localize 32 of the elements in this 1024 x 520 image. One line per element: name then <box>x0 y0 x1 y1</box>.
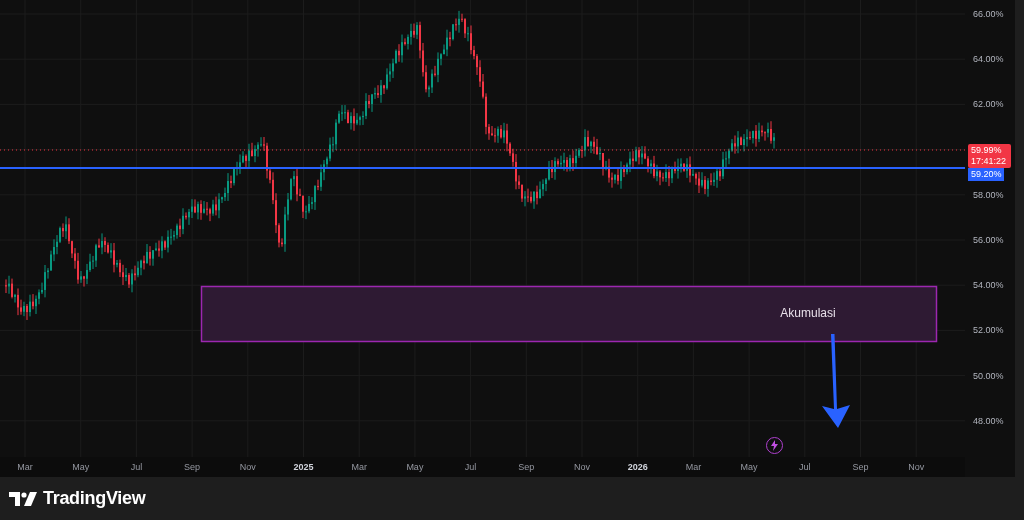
time-axis-label: Mar <box>684 461 703 473</box>
price-axis-label: 52.00% <box>973 324 1004 337</box>
time-axis-label: May <box>405 461 425 473</box>
time-axis-label: Mar <box>350 461 368 473</box>
time-axis-label: May <box>71 461 91 473</box>
time-axis-label: Nov <box>238 461 257 473</box>
time-axis-label: Jul <box>129 461 144 473</box>
price-axis-label: 54.00% <box>973 279 1004 292</box>
time-axis-label: Sep <box>851 461 870 473</box>
logo-icon <box>9 491 37 506</box>
price-axis-label: 48.00% <box>973 414 1004 427</box>
time-axis-label: Sep <box>517 461 536 473</box>
time-axis-label: Jul <box>463 461 478 473</box>
logo-text: TradingView <box>43 487 146 510</box>
price-axis-label: 64.00% <box>973 53 1004 66</box>
time-axis-label: Sep <box>183 461 202 473</box>
price-axis-label: 58.00% <box>973 188 1004 201</box>
time-axis-label: 2025 <box>292 461 315 473</box>
level-price-label: 59.20% <box>968 168 1004 181</box>
last-price-value: 59.99% <box>971 145 1003 156</box>
time-axis-label: May <box>739 461 759 473</box>
annotation-label: Akumulasi <box>779 305 837 322</box>
time-axis-label: Mar <box>16 461 34 473</box>
price-axis-label: 62.00% <box>973 98 1004 111</box>
time-axis-label: Jul <box>798 461 812 473</box>
time-axis-label: 2026 <box>626 461 649 473</box>
price-axis-label: 50.00% <box>973 369 1004 382</box>
countdown-timer: 17:41:22 <box>971 156 1008 167</box>
price-axis-label: 56.00% <box>973 234 1004 246</box>
time-axis-label: Nov <box>907 461 926 473</box>
price-axis-label: 66.00% <box>973 8 1004 20</box>
time-axis-label: Nov <box>573 461 591 473</box>
